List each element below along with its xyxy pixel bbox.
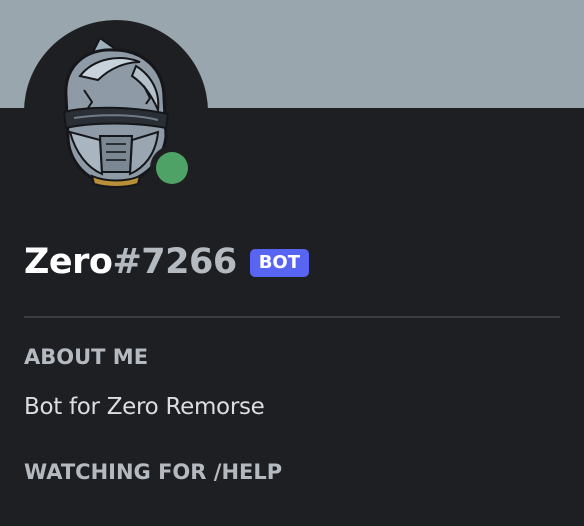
activity-heading: WATCHING FOR /HELP [24, 460, 283, 484]
divider [24, 316, 560, 318]
username[interactable]: Zero [24, 242, 113, 282]
discriminator[interactable]: #7266 [112, 242, 237, 282]
name-row: Zero #7266 BOT [24, 236, 309, 288]
about-me-text: Bot for Zero Remorse [24, 394, 265, 420]
about-me-heading: ABOUT ME [24, 345, 149, 369]
online-status-icon [156, 152, 188, 184]
bot-badge: BOT [249, 249, 309, 277]
